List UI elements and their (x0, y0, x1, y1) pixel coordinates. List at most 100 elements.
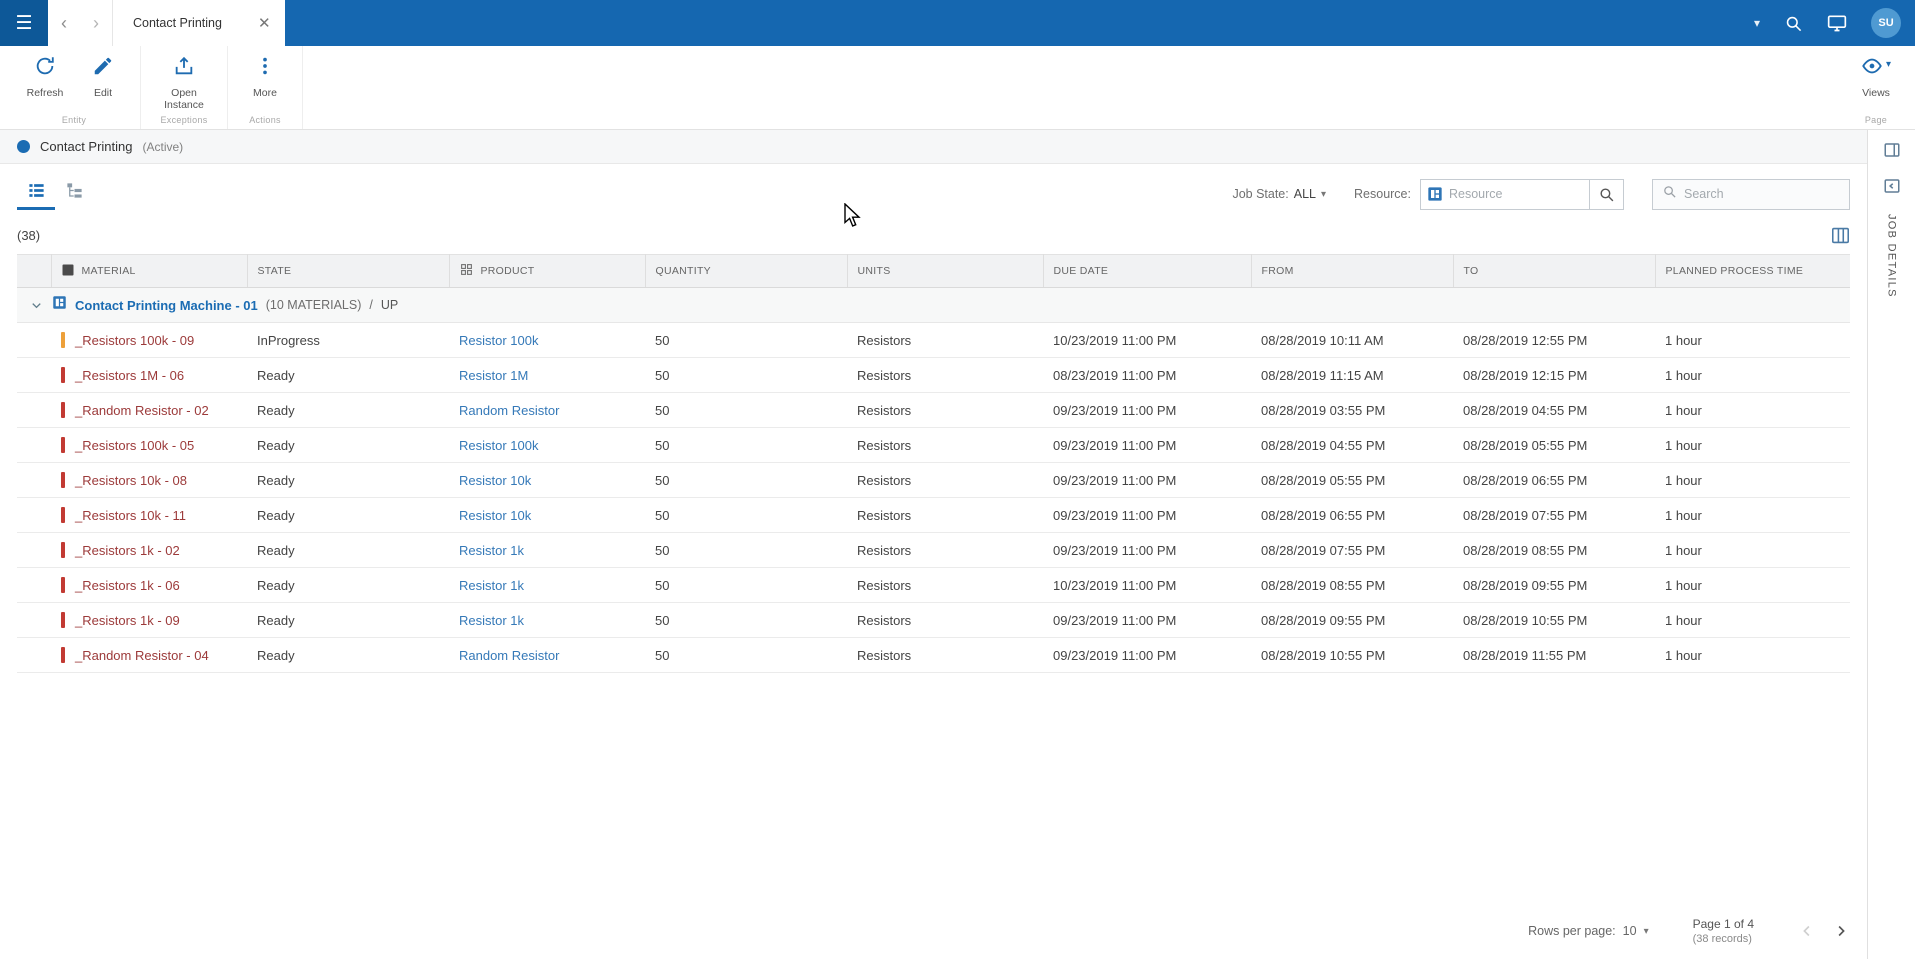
product-cell[interactable]: Resistor 1k (449, 602, 645, 638)
rows-per-page-control[interactable]: Rows per page: 10 ▾ (1528, 924, 1649, 938)
expand-panel-icon[interactable] (1880, 138, 1904, 162)
product-cell[interactable]: Resistor 10k (449, 497, 645, 533)
table-row[interactable]: _Random Resistor - 04 Ready Random Resisto… (17, 637, 1850, 673)
material-link[interactable]: _Random Resistor - 04 (75, 648, 209, 663)
row-gutter (17, 357, 51, 393)
material-cell: _Resistors 1k - 06 (51, 567, 247, 603)
table-row[interactable]: _Resistors 10k - 08 Ready Resistor 10k 50 Re… (17, 462, 1850, 498)
product-cell[interactable]: Resistor 100k (449, 427, 645, 463)
column-header-due-date[interactable]: DUE DATE (1043, 254, 1252, 288)
product-link[interactable]: Resistor 1k (459, 578, 524, 593)
resource-search-button[interactable] (1589, 179, 1623, 209)
column-header-to[interactable]: TO (1453, 254, 1656, 288)
table-row[interactable]: _Resistors 100k - 09 InProgress Resistor 1… (17, 322, 1850, 358)
list-view-toggle[interactable] (17, 178, 55, 210)
resource-input[interactable] (1443, 187, 1589, 201)
row-gutter (17, 322, 51, 358)
column-header-material[interactable]: MATERIAL (51, 254, 248, 288)
refresh-button[interactable]: Refresh (16, 46, 74, 115)
search-input[interactable] (1684, 187, 1851, 201)
hamburger-icon: ☰ (15, 12, 33, 34)
product-link[interactable]: Resistor 10k (459, 473, 531, 488)
column-header-from[interactable]: FROM (1251, 254, 1454, 288)
next-page-button[interactable] (1832, 922, 1850, 940)
edit-button[interactable]: Edit (74, 46, 132, 115)
open-instance-icon (173, 55, 195, 82)
quantity-cell: 50 (645, 532, 847, 568)
open-instance-button[interactable]: Open Instance (149, 46, 219, 115)
material-link[interactable]: _Resistors 100k - 09 (75, 333, 194, 348)
job-state-filter[interactable]: Job State: ALL ▾ (1232, 187, 1326, 201)
column-header-quantity[interactable]: QUANTITY (645, 254, 848, 288)
units-cell: Resistors (847, 322, 1043, 358)
table-row[interactable]: _Resistors 10k - 11 Ready Resistor 10k 50 Re… (17, 497, 1850, 533)
previous-page-button[interactable] (1798, 922, 1816, 940)
material-link[interactable]: _Resistors 1k - 09 (75, 613, 180, 628)
product-link[interactable]: Resistor 100k (459, 438, 538, 453)
product-cell[interactable]: Random Resistor (449, 637, 645, 673)
column-chooser-icon[interactable] (1831, 227, 1850, 244)
ribbon-group-actions: More Actions (228, 46, 303, 129)
checkbox-icon[interactable] (62, 264, 74, 279)
product-link[interactable]: Resistor 1M (459, 368, 528, 383)
row-gutter (17, 532, 51, 568)
product-cell[interactable]: Resistor 1k (449, 532, 645, 568)
material-status-bar (61, 402, 65, 418)
resource-filter-box (1420, 178, 1624, 210)
product-link[interactable]: Resistor 1k (459, 543, 524, 558)
resource-group-row[interactable]: Contact Printing Machine - 01 (10 MATERI… (17, 287, 1850, 323)
table-row[interactable]: _Resistors 1k - 02 Ready Resistor 1k 50 Resi… (17, 532, 1850, 568)
tree-view-toggle[interactable] (55, 178, 93, 210)
product-cell[interactable]: Resistor 10k (449, 462, 645, 498)
ribbon-group-entity: Refresh Edit Entity (8, 46, 141, 129)
product-link[interactable]: Resistor 10k (459, 508, 531, 523)
planned-process-time-cell: 1 hour (1655, 637, 1850, 673)
state-cell: Ready (247, 427, 449, 463)
group-resource-name[interactable]: Contact Printing Machine - 01 (75, 298, 258, 313)
topbar-dropdown-caret-icon[interactable]: ▾ (1754, 16, 1760, 30)
edit-label: Edit (93, 87, 113, 99)
product-link[interactable]: Random Resistor (459, 648, 559, 663)
tab-close-icon[interactable]: ✕ (258, 16, 271, 31)
material-link[interactable]: _Resistors 10k - 11 (75, 508, 186, 523)
tab-contact-printing[interactable]: Contact Printing ✕ (112, 0, 285, 46)
monitor-icon[interactable] (1827, 13, 1847, 33)
product-cell[interactable]: Resistor 100k (449, 322, 645, 358)
row-gutter (17, 637, 51, 673)
group-collapse-chevron-icon[interactable] (29, 298, 44, 313)
table-row[interactable]: _Resistors 1k - 09 Ready Resistor 1k 50 Resi… (17, 602, 1850, 638)
views-button[interactable]: ▾ Views (1847, 46, 1905, 115)
forward-button[interactable]: › (80, 0, 112, 46)
more-button[interactable]: More (236, 46, 294, 115)
column-header-state[interactable]: STATE (247, 254, 450, 288)
table-row[interactable]: _Random Resistor - 02 Ready Random Resisto… (17, 392, 1850, 428)
product-link[interactable]: Resistor 1k (459, 613, 524, 628)
material-link[interactable]: _Resistors 1M - 06 (75, 368, 184, 383)
from-cell: 08/28/2019 09:55 PM (1251, 602, 1453, 638)
material-link[interactable]: _Random Resistor - 02 (75, 403, 209, 418)
table-row[interactable]: _Resistors 1k - 06 Ready Resistor 1k 50 Resi… (17, 567, 1850, 603)
column-header-planned-process-time[interactable]: PLANNED PROCESS TIME (1655, 254, 1850, 288)
product-cell[interactable]: Resistor 1M (449, 357, 645, 393)
column-header-label: QUANTITY (655, 265, 711, 277)
column-header-units[interactable]: UNITS (847, 254, 1044, 288)
collapse-panel-icon[interactable] (1880, 174, 1904, 198)
product-cell[interactable]: Random Resistor (449, 392, 645, 428)
hamburger-menu-button[interactable]: ☰ (0, 0, 48, 46)
user-avatar[interactable]: SU (1871, 8, 1901, 38)
material-link[interactable]: _Resistors 10k - 08 (75, 473, 187, 488)
table-row[interactable]: _Resistors 100k - 05 Ready Resistor 100k 50… (17, 427, 1850, 463)
product-link[interactable]: Random Resistor (459, 403, 559, 418)
back-button[interactable]: ‹ (48, 0, 80, 46)
quantity-cell: 50 (645, 427, 847, 463)
search-icon (1662, 184, 1677, 204)
product-cell[interactable]: Resistor 1k (449, 567, 645, 603)
product-link[interactable]: Resistor 100k (459, 333, 538, 348)
material-link[interactable]: _Resistors 1k - 02 (75, 543, 180, 558)
job-details-tab[interactable]: JOB DETAILS (1886, 214, 1898, 298)
material-link[interactable]: _Resistors 100k - 05 (75, 438, 194, 453)
material-link[interactable]: _Resistors 1k - 06 (75, 578, 180, 593)
global-search-icon[interactable] (1784, 14, 1803, 33)
column-header-product[interactable]: PRODUCT (449, 254, 646, 288)
table-row[interactable]: _Resistors 1M - 06 Ready Resistor 1M 50 Resi… (17, 357, 1850, 393)
